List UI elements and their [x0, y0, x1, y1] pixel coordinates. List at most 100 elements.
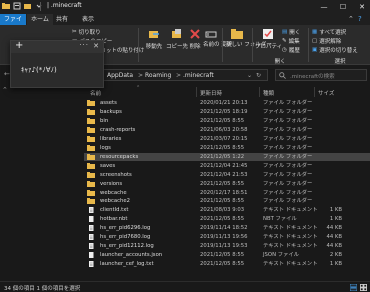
- file-type: テキスト ドキュメント: [263, 243, 318, 250]
- properties-button[interactable]: プロパティ: [255, 28, 282, 50]
- file-name: clientId.txt: [100, 207, 129, 214]
- ribbon-tabs: ファイル ホーム 共有 表示 ⌃ ?: [0, 14, 370, 34]
- address-bar[interactable]: › AppData > Roaming > .minecraft ⌄ ↻: [94, 69, 268, 81]
- close-button[interactable]: ✕: [354, 0, 370, 14]
- file-row[interactable]: hs_err_pid7680.log 2019/11/13 19:56 テキスト ド…: [84, 233, 370, 241]
- file-date: 2021/12/05 18:19: [200, 108, 248, 115]
- text-file-icon: [89, 261, 94, 268]
- back-icon[interactable]: ←: [4, 70, 10, 78]
- file-type: ファイル フォルダー: [263, 189, 313, 196]
- file-row[interactable]: hs_err_pid6296.log 2019/11/14 18:52 テキスト ド…: [84, 224, 370, 232]
- folder-icon[interactable]: [2, 2, 10, 10]
- select-all-button[interactable]: ▦ すべて選択: [312, 28, 346, 36]
- breadcrumb-minecraft[interactable]: .minecraft: [183, 72, 214, 79]
- minimize-button[interactable]: —: [316, 0, 332, 14]
- file-row[interactable]: assets 2020/01/21 20:13 ファイル フォルダー: [84, 99, 370, 107]
- column-divider[interactable]: [314, 87, 315, 97]
- breadcrumb-appdata[interactable]: AppData: [107, 72, 133, 79]
- select-all-label: すべて選択: [319, 30, 347, 36]
- file-type: NBT ファイル: [263, 216, 297, 223]
- file-row[interactable]: backups 2021/12/05 18:19 ファイル フォルダー: [84, 108, 370, 116]
- copy-to-label: コピー先: [166, 44, 189, 50]
- file-size: [312, 153, 342, 161]
- tab-share[interactable]: 共有: [52, 14, 72, 25]
- invert-selection-button[interactable]: ▣ 選択の切り替え: [312, 46, 358, 54]
- column-type[interactable]: 種類: [263, 89, 274, 97]
- dropdown-arrow-icon[interactable]: [35, 2, 43, 10]
- file-row[interactable]: launcher_cef_log.txt 2021/12/05 8:55 テキスト …: [84, 260, 370, 268]
- folder-icon: [87, 153, 95, 160]
- open-button[interactable]: ▤ 開く: [282, 28, 300, 36]
- file-row[interactable]: resourcepacks 2021/12/05 1:22 ファイル フォルダー: [84, 152, 370, 161]
- ribbon-separator: [222, 28, 223, 62]
- copy-to-icon: [172, 29, 181, 38]
- column-divider[interactable]: [259, 87, 260, 97]
- file-row[interactable]: libraries 2021/03/07 20:15 ファイル フォルダー: [84, 135, 370, 143]
- file-row[interactable]: logs 2021/12/05 8:55 ファイル フォルダー: [84, 144, 370, 152]
- title-separator: [40, 2, 41, 11]
- new-folder-button[interactable]: 新しい フォルダー: [226, 28, 272, 48]
- file-row[interactable]: bin 2021/12/05 8:55 ファイル フォルダー: [84, 117, 370, 125]
- column-name[interactable]: 名前: [90, 89, 101, 97]
- search-box[interactable]: .minecraftの検索: [275, 69, 367, 81]
- help-icon[interactable]: ?: [358, 15, 362, 23]
- new-folder-icon[interactable]: [24, 2, 32, 10]
- file-name: backups: [100, 108, 122, 115]
- address-dropdown-icon[interactable]: ⌄: [247, 72, 252, 79]
- pane-scroll-icon[interactable]: ⌃: [2, 86, 8, 94]
- file-date: 2021/08/03 9:03: [200, 207, 245, 214]
- file-type: テキスト ドキュメント: [263, 261, 318, 268]
- rename-button[interactable]: 名前の 変更: [203, 28, 232, 48]
- folder-icon: [87, 117, 95, 124]
- large-icons-view-icon[interactable]: [360, 284, 367, 291]
- file-row[interactable]: launcher_accounts.json 2021/12/05 8:55 JSO…: [84, 251, 370, 259]
- file-row[interactable]: saves 2021/12/04 21:45 ファイル フォルダー: [84, 162, 370, 170]
- copy-to-button[interactable]: コピー先: [166, 28, 188, 50]
- file-row[interactable]: hotbar.nbt 2021/12/05 8:55 NBT ファイル 1 KB: [84, 215, 370, 223]
- cut-button[interactable]: ✂ 切り取り: [72, 28, 101, 36]
- file-date: 2021/03/07 20:15: [200, 135, 248, 142]
- sticky-note-header[interactable]: + ··· ✕: [11, 40, 103, 53]
- file-size: 44 KB: [326, 225, 342, 232]
- tab-home[interactable]: ホーム: [27, 14, 53, 25]
- file-row[interactable]: crash-reports 2021/06/03 20:58 ファイル フォルダー: [84, 126, 370, 134]
- column-size[interactable]: サイズ: [318, 89, 334, 97]
- column-divider[interactable]: [196, 87, 197, 97]
- details-view-icon[interactable]: [350, 284, 357, 291]
- tab-file[interactable]: ファイル: [0, 14, 26, 34]
- select-none-label: 選択解除: [319, 39, 342, 45]
- file-date: 2020/12/17 18:51: [200, 189, 248, 196]
- maximize-button[interactable]: ☐: [335, 0, 351, 14]
- refresh-icon[interactable]: ↻: [256, 72, 261, 79]
- ribbon-separator: [138, 28, 139, 62]
- text-file-icon: [89, 234, 94, 241]
- file-row[interactable]: versions 2021/12/05 8:55 ファイル フォルダー: [84, 180, 370, 188]
- sticky-note[interactable]: + ··· ✕ ｷｬｧ♪(*ﾉ∀ﾉ): [10, 40, 104, 88]
- add-note-button[interactable]: +: [15, 40, 23, 51]
- tab-view[interactable]: 表示: [78, 14, 98, 25]
- navigation-pane[interactable]: ⌃: [0, 84, 84, 281]
- file-name: bin: [100, 117, 109, 124]
- file-size: [312, 135, 342, 143]
- sticky-note-text[interactable]: ｷｬｧ♪(*ﾉ∀ﾉ): [21, 65, 57, 75]
- more-options-button[interactable]: ···: [79, 41, 89, 49]
- file-row[interactable]: clientId.txt 2021/08/03 9:03 テキスト ドキュメント 1 …: [84, 206, 370, 214]
- file-type: テキスト ドキュメント: [263, 234, 318, 241]
- breadcrumb-roaming[interactable]: Roaming: [145, 72, 171, 79]
- close-note-button[interactable]: ✕: [93, 42, 99, 50]
- file-name: hs_err_pid6296.log: [100, 225, 151, 232]
- file-row[interactable]: webcache 2020/12/17 18:51 ファイル フォルダー: [84, 189, 370, 197]
- properties-icon[interactable]: [13, 2, 21, 10]
- edit-button[interactable]: ✎ 編集: [282, 37, 300, 45]
- move-to-button[interactable]: 移動先: [142, 28, 166, 50]
- checkmark-icon: [263, 29, 273, 39]
- file-date: 2021/12/04 21:53: [200, 171, 248, 178]
- file-row[interactable]: hs_err_pid12112.log 2019/11/13 19:53 テキスト …: [84, 242, 370, 250]
- history-button[interactable]: ◷ 履歴: [282, 46, 300, 54]
- column-date[interactable]: 更新日時: [200, 89, 222, 97]
- file-row[interactable]: webcache2 2021/12/05 8:55 ファイル フォルダー: [84, 197, 370, 205]
- collapse-ribbon-icon[interactable]: ⌃: [348, 15, 354, 23]
- file-row[interactable]: screenshots 2021/12/04 21:53 ファイル フォルダー: [84, 171, 370, 179]
- select-none-button[interactable]: ▢ 選択解除: [312, 37, 341, 45]
- delete-button[interactable]: 削除: [188, 28, 202, 50]
